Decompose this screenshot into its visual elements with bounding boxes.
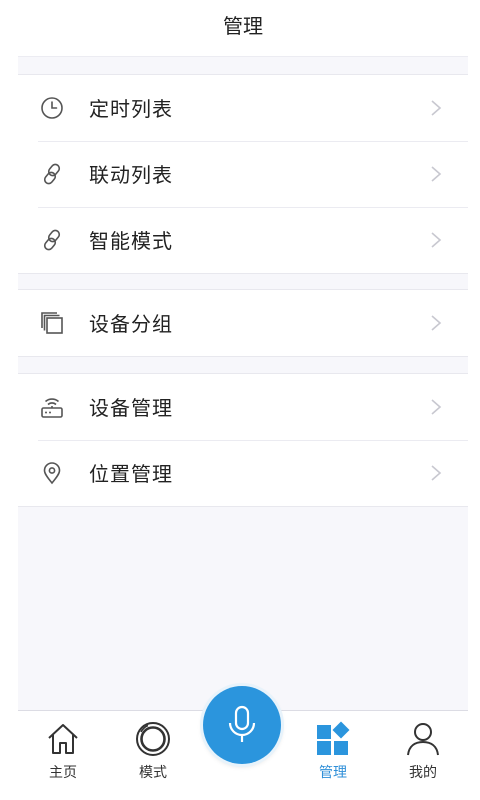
list-item-smart-mode[interactable]: 智能模式 [18, 207, 468, 273]
tab-label: 管理 [319, 765, 347, 781]
list-item-linkage-list[interactable]: 联动列表 [18, 141, 468, 207]
link-icon [43, 229, 61, 251]
user-icon [407, 723, 439, 756]
tab-label: 模式 [139, 765, 167, 781]
header: 管理 [18, 0, 468, 57]
list-item-label: 定时列表 [89, 97, 173, 121]
page-title: 管理 [223, 14, 263, 38]
tab-home[interactable]: 主页 [18, 711, 108, 800]
tab-manage[interactable]: 管理 [288, 711, 378, 800]
list-item-timer-list[interactable]: 定时列表 [18, 75, 468, 141]
chevron-right-icon [431, 399, 442, 415]
chevron-right-icon [431, 100, 442, 116]
grid-diamond-icon [317, 721, 350, 755]
chevron-right-icon [431, 315, 442, 331]
stack-icon [41, 312, 63, 334]
home-icon [48, 724, 78, 754]
location-pin-icon [43, 462, 61, 485]
list-item-device-management[interactable]: 设备管理 [18, 374, 468, 440]
list-item-device-groups[interactable]: 设备分组 [18, 290, 468, 356]
router-icon [41, 398, 63, 418]
screen: 管理 定时列表 联动列表 智能模式 设备分组 设备管理 位置管理 主页 模式 管… [18, 0, 468, 800]
chevron-right-icon [431, 232, 442, 248]
menu-group-automation: 定时列表 联动列表 智能模式 [18, 74, 468, 274]
tab-label: 主页 [49, 765, 77, 781]
tab-mine[interactable]: 我的 [378, 711, 468, 800]
menu-group-grouping: 设备分组 [18, 289, 468, 357]
chevron-right-icon [431, 166, 442, 182]
voice-button[interactable] [203, 686, 281, 764]
microphone-icon [228, 705, 256, 742]
mode-ring-icon [136, 722, 170, 756]
list-item-location-management[interactable]: 位置管理 [18, 440, 468, 506]
chevron-right-icon [431, 465, 442, 481]
tab-mode[interactable]: 模式 [108, 711, 198, 800]
menu-group-management: 设备管理 位置管理 [18, 373, 468, 507]
tab-label: 我的 [409, 765, 437, 781]
clock-icon [41, 97, 63, 119]
list-item-label: 智能模式 [89, 229, 173, 253]
link-icon [43, 163, 61, 185]
list-item-label: 联动列表 [89, 163, 173, 187]
list-item-label: 设备管理 [89, 396, 173, 420]
list-item-label: 位置管理 [89, 462, 173, 486]
list-item-label: 设备分组 [89, 312, 173, 336]
